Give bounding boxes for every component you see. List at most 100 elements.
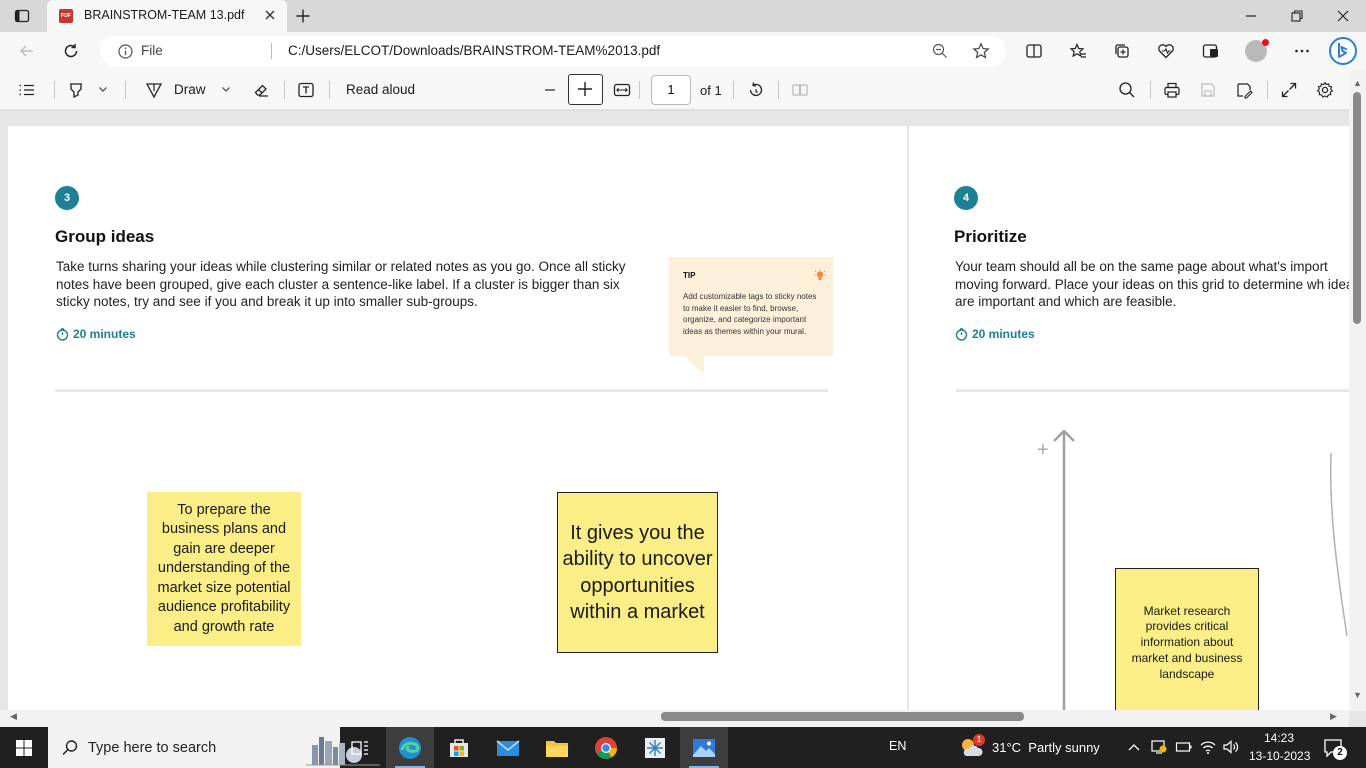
taskbar: Type here to search EN 1 31°C Partly sun… [0,727,1366,768]
close-window-icon[interactable] [1336,8,1350,24]
axis-arrow-up [1053,429,1075,726]
find-icon[interactable] [1118,81,1136,99]
taskbar-app-snowflake[interactable] [631,727,679,768]
taskbar-mail[interactable] [484,727,532,768]
toolbar-separator [778,81,779,99]
horizontal-scrollbar[interactable]: ◀ ▶ [0,710,1349,727]
duration-label: 20 minutes [56,327,136,341]
step-number-badge: 3 [55,186,79,210]
battery-icon[interactable] [1175,740,1193,754]
horizontal-scroll-thumb[interactable] [661,712,1024,721]
sticky-note[interactable]: Market research provides critical inform… [1115,568,1259,718]
minimize-icon[interactable] [1244,8,1258,24]
taskbar-store[interactable] [435,727,483,768]
read-aloud-button[interactable]: Read aloud [346,82,415,97]
tip-tail [684,356,704,374]
task-view-button[interactable] [336,727,384,768]
clock-date[interactable]: 13-10-2023 [1249,749,1310,763]
refresh-icon[interactable] [62,42,80,60]
browser-tab[interactable]: PDF BRAINSTROM-TEAM 13.pdf [47,0,287,32]
address-bar[interactable]: File C:/Users/ELCOT/Downloads/BRAINSTROM… [100,36,1006,66]
taskbar-photos[interactable] [680,727,728,768]
scroll-right-arrow[interactable]: ▶ [1330,711,1337,722]
section-title: Group ideas [55,227,155,246]
settings-gear-icon[interactable] [1316,81,1334,99]
photos-icon [693,738,715,757]
start-button[interactable] [0,727,48,768]
clock-time[interactable]: 14:23 [1264,731,1294,745]
fullscreen-icon[interactable] [1280,81,1298,99]
scroll-left-arrow[interactable]: ◀ [10,711,17,722]
section-title: Prioritize [954,227,1027,246]
notification-count-badge: 2 [1333,746,1347,760]
bing-copilot-icon[interactable] [1328,36,1358,66]
windows-logo-icon [16,739,32,756]
highlight-dropdown-icon[interactable] [97,83,109,95]
search-placeholder: Type here to search [88,740,217,756]
office-icon[interactable] [1201,42,1219,60]
url-text[interactable]: C:/Users/ELCOT/Downloads/BRAINSTROM-TEAM… [288,43,660,58]
task-view-icon [351,740,368,755]
vertical-scroll-thumb[interactable] [1353,92,1361,324]
tab-bar: PDF BRAINSTROM-TEAM 13.pdf [0,0,1366,32]
section-divider [55,389,828,392]
pdf-viewport[interactable]: 3 Group ideas Take turns sharing your id… [0,111,1366,727]
split-screen-icon[interactable] [1025,42,1043,60]
tab-title: BRAINSTROM-TEAM 13.pdf [84,8,245,22]
security-icon[interactable] [1150,739,1168,755]
info-icon[interactable] [118,44,133,59]
taskbar-edge[interactable] [386,727,434,768]
zoom-out-icon[interactable] [932,43,948,59]
weather-badge: 1 [973,734,985,746]
toolbar-separator [54,81,55,99]
favorites-icon[interactable] [1069,42,1087,60]
contents-icon[interactable] [18,81,36,99]
sticky-note[interactable]: To prepare the business plans and gain a… [147,492,301,646]
save-icon[interactable] [1199,81,1217,99]
timer-icon [955,328,968,341]
collections-icon[interactable] [1113,42,1131,60]
close-tab-icon[interactable] [263,8,277,22]
more-options-icon[interactable] [1293,42,1311,60]
weather-text[interactable]: 31°C Partly sunny [992,740,1100,755]
zoom-in-button[interactable] [568,74,603,105]
scroll-up-arrow[interactable]: ▲ [1353,78,1362,88]
page-number-input[interactable]: 1 [651,75,691,105]
back-icon[interactable] [18,42,36,60]
page-view-icon[interactable] [791,81,809,99]
pdf-file-icon: PDF [59,9,73,23]
curved-line [1329,452,1348,637]
section-description: Your team should all be on the same page… [955,259,1349,309]
new-tab-icon[interactable] [295,8,311,24]
restore-icon[interactable] [1290,8,1304,24]
taskbar-file-explorer[interactable] [533,727,581,768]
pdf-toolbar: Draw Read aloud 1 of 1 [0,70,1366,110]
language-indicator[interactable]: EN [889,739,906,753]
add-text-icon[interactable] [297,81,315,99]
show-hidden-icons-chevron-icon[interactable] [1127,741,1141,753]
duration-text: 20 minutes [73,327,136,341]
draw-button[interactable]: Draw [174,82,206,97]
zoom-out-button[interactable] [541,81,559,99]
profile-avatar[interactable] [1245,39,1269,62]
draw-icon[interactable] [145,81,163,99]
lightbulb-icon [814,269,826,283]
wifi-icon[interactable] [1199,739,1217,755]
tab-actions-icon[interactable] [14,8,30,24]
notification-dot [1262,39,1269,46]
fit-to-width-icon[interactable] [613,81,631,99]
print-icon[interactable] [1163,81,1181,99]
vertical-scrollbar[interactable]: ▲ ▼ [1349,70,1366,711]
erase-icon[interactable] [252,81,270,99]
highlight-icon[interactable] [67,81,85,99]
save-as-icon[interactable] [1235,81,1253,99]
volume-icon[interactable] [1222,739,1240,755]
browser-essentials-icon[interactable] [1157,42,1175,60]
favorite-star-icon[interactable] [972,42,990,60]
rotate-icon[interactable] [747,81,765,99]
taskbar-chrome[interactable] [582,727,630,768]
scroll-down-arrow[interactable]: ▼ [1353,690,1362,700]
taskbar-search-box[interactable]: Type here to search [48,727,380,768]
sticky-note[interactable]: It gives you the ability to uncover oppo… [557,492,718,653]
draw-dropdown-icon[interactable] [220,83,232,95]
